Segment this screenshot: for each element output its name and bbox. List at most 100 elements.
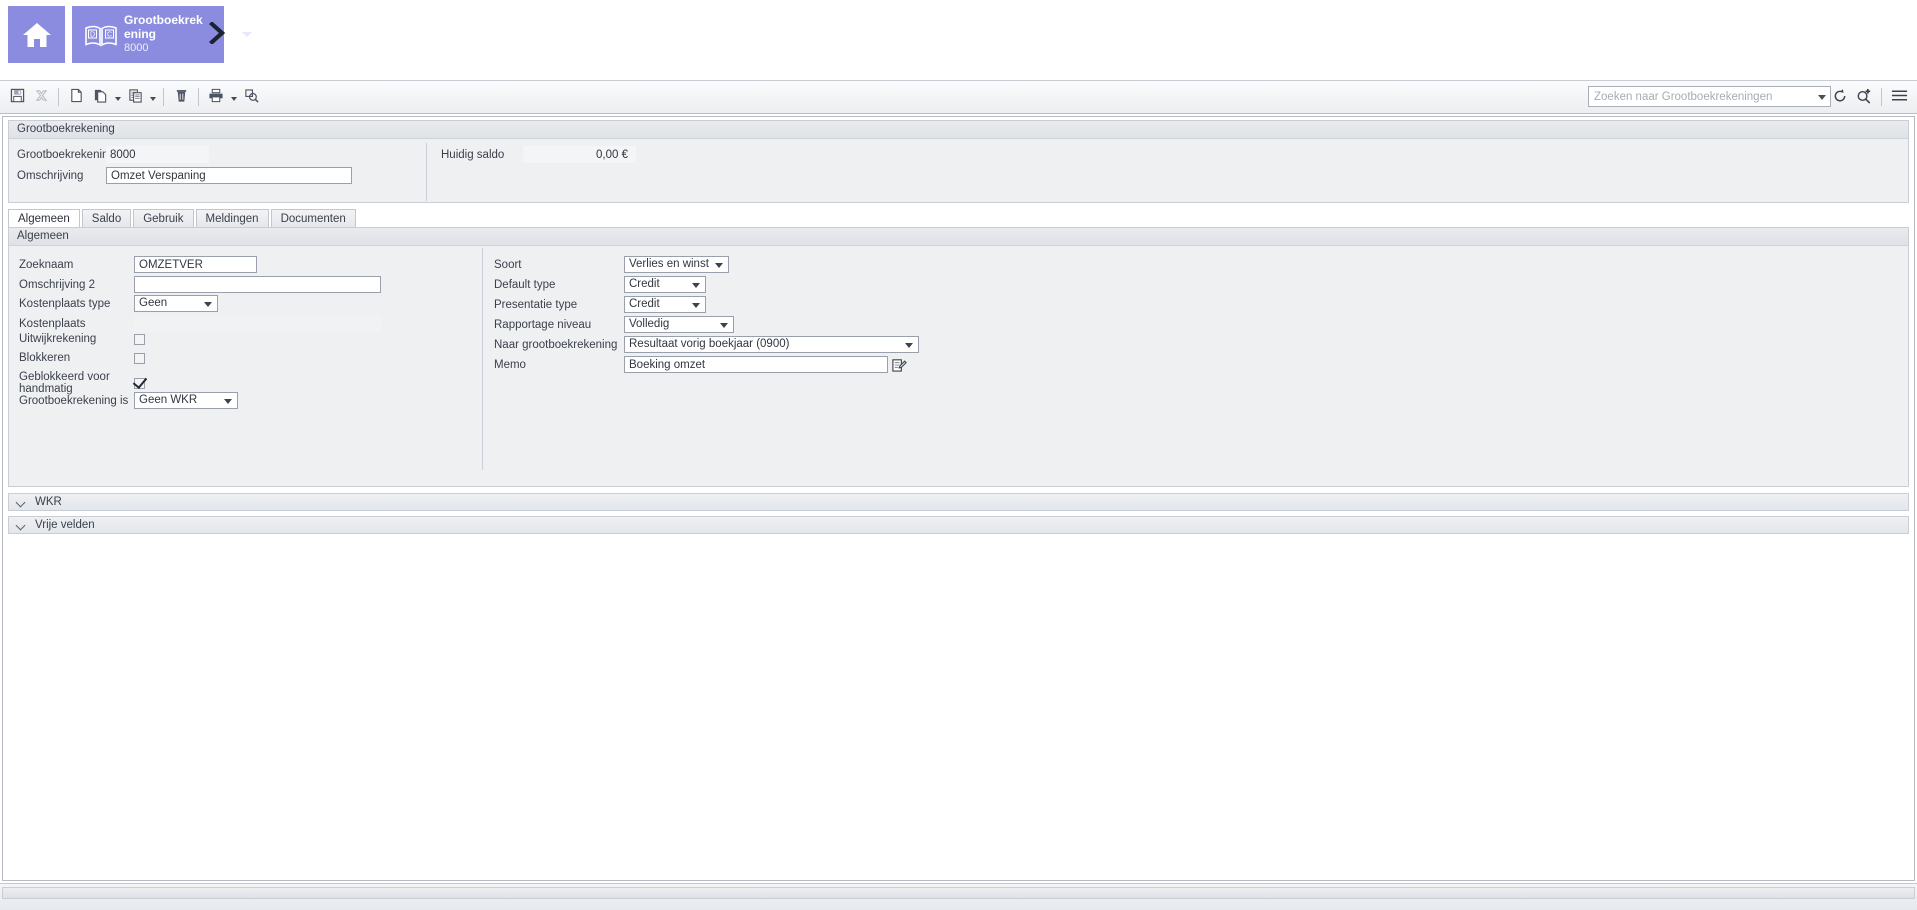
algemeen-groupbox: Algemeen Zoeknaam Omschrijving 2 Kostenp… [8,227,1909,487]
detail-tabstrip: Algemeen Saldo Gebruik Meldingen Documen… [8,209,1909,229]
tab-saldo[interactable]: Saldo [81,209,132,228]
uitwijkrekening-checkbox[interactable] [134,333,145,345]
group-vertical-divider [482,248,483,470]
uitwijkrekening-label: Uitwijkrekening [19,333,97,345]
paste-button[interactable] [123,84,147,110]
field-row-naar-grootboekrekening: Naar grootboekrekening Resultaat vorig b… [494,336,919,353]
default-type-value: Credit [629,278,660,290]
naar-grootboekrekening-select[interactable]: Resultaat vorig boekjaar (0900) [624,336,919,353]
toolbar-separator [163,88,164,106]
chevron-down-icon [692,303,700,308]
omschrijving2-input[interactable] [134,276,381,293]
chevron-down-icon [905,343,913,348]
refresh-button[interactable] [1828,84,1852,110]
default-type-select[interactable]: Credit [624,276,706,293]
toolbar-icon-group [5,81,263,113]
document-tab-number: 8000 [124,42,149,54]
tab-algemeen[interactable]: Algemeen [8,209,80,229]
section-vrije-velden[interactable]: Vrije velden [8,516,1909,534]
omschrijving2-label: Omschrijving 2 [19,278,96,291]
section-vrije-velden-label: Vrije velden [35,519,95,531]
algemeen-group-caption: Algemeen [9,228,1908,246]
rapportage-niveau-label: Rapportage niveau [494,318,592,331]
memo-edit-icon[interactable] [891,357,907,373]
chevron-down-icon [715,263,723,268]
naar-grootboekrekening-value: Resultaat vorig boekjaar (0900) [629,338,790,350]
rapportage-niveau-select[interactable]: Volledig [624,316,734,333]
menu-button[interactable] [1887,84,1911,110]
new-search-button[interactable] [1852,84,1876,110]
cancel-button[interactable] [29,84,53,110]
search-dropdown-caret-icon[interactable] [1818,95,1826,100]
zoeknaam-input[interactable] [134,256,257,273]
section-wkr-label: WKR [35,496,62,508]
field-row-presentatie-type: Presentatie type Credit [494,296,706,313]
home-tab[interactable] [8,6,65,63]
soort-label: Soort [494,258,522,271]
delete-button[interactable] [169,84,193,110]
field-row-kostenplaats-type: Kostenplaats type Geen [19,295,218,312]
paste-icon [128,88,143,106]
kostenplaats-label: Kostenplaats [19,317,86,330]
omschrijving-label: Omschrijving [17,169,84,182]
record-header-caption: Grootboekrekening [9,121,1908,139]
kostenplaats-input[interactable] [134,315,381,332]
field-row-soort: Soort Verlies en winst [494,256,729,273]
chevron-down-icon [720,323,728,328]
svg-text:D: D [90,32,95,39]
memo-label: Memo [494,358,526,371]
copy-icon [93,88,108,106]
svg-text:C: C [107,32,112,39]
save-icon [10,88,25,106]
tab-gebruik[interactable]: Gebruik [133,209,194,228]
soort-select[interactable]: Verlies en winst [624,256,729,273]
print-button[interactable] [204,84,228,110]
grootboekrekening-is-select[interactable]: Geen WKR [134,392,238,409]
presentatie-type-select[interactable]: Credit [624,296,706,313]
naar-grootboekrekening-label: Naar grootboekrekening [494,338,618,351]
save-button[interactable] [5,84,29,110]
omschrijving-input[interactable] [106,167,352,184]
blokkeren-checkbox[interactable] [134,352,145,364]
refresh-icon [1832,88,1848,107]
toolbar-separator [58,88,59,106]
search-container [1588,86,1831,107]
chevron-right-icon [207,20,227,47]
geblokkeerd-handmatig-checkbox[interactable] [134,377,145,389]
tab-meldingen[interactable]: Meldingen [195,209,269,228]
blokkeren-label: Blokkeren [19,352,71,364]
ledger-book-icon: D C [84,25,118,47]
field-row-zoeknaam: Zoeknaam [19,256,257,273]
field-row-grootboekrekening-is: Grootboekrekening is Geen WKR [19,392,238,409]
printer-icon [208,88,224,106]
chevron-down-icon[interactable] [242,32,252,37]
kostenplaats-type-value: Geen [139,297,168,309]
chevron-down-icon [17,520,27,530]
print-dropdown-caret[interactable] [228,84,239,110]
next-tab-arrow-button[interactable] [204,20,230,47]
presentatie-type-value: Credit [629,298,660,310]
copy-button[interactable] [88,84,112,110]
search-add-icon [1856,88,1872,107]
search-input[interactable] [1588,86,1831,107]
field-row-rapportage-niveau: Rapportage niveau Volledig [494,316,734,333]
memo-input[interactable] [624,356,888,373]
grootboekrekening-input[interactable] [106,146,209,163]
hamburger-menu-icon [1891,88,1908,106]
document-area: Grootboekrekening Grootboekrekening Omsc… [0,114,1917,883]
grootboekrekening-label: Grootboekrekening [17,148,115,161]
print-preview-button[interactable] [239,84,263,110]
field-row-memo: Memo [494,356,907,373]
document-tab-grootboekrekening[interactable]: D C Grootboekrekening 8000 [72,6,252,63]
paste-dropdown-caret[interactable] [147,84,158,110]
application-window: D C Grootboekrekening 8000 Zoeken naar G… [0,0,1917,910]
tab-documenten[interactable]: Documenten [270,209,356,228]
record-header-panel: Grootboekrekening Grootboekrekening Omsc… [8,120,1909,203]
copy-dropdown-caret[interactable] [112,84,123,110]
section-wkr[interactable]: WKR [8,493,1909,511]
field-row-omschrijving: Omschrijving [17,167,352,184]
cancel-x-icon [34,88,49,106]
field-row-grootboekrekening: Grootboekrekening [17,146,209,163]
new-button[interactable] [64,84,88,110]
kostenplaats-type-select[interactable]: Geen [134,295,218,312]
